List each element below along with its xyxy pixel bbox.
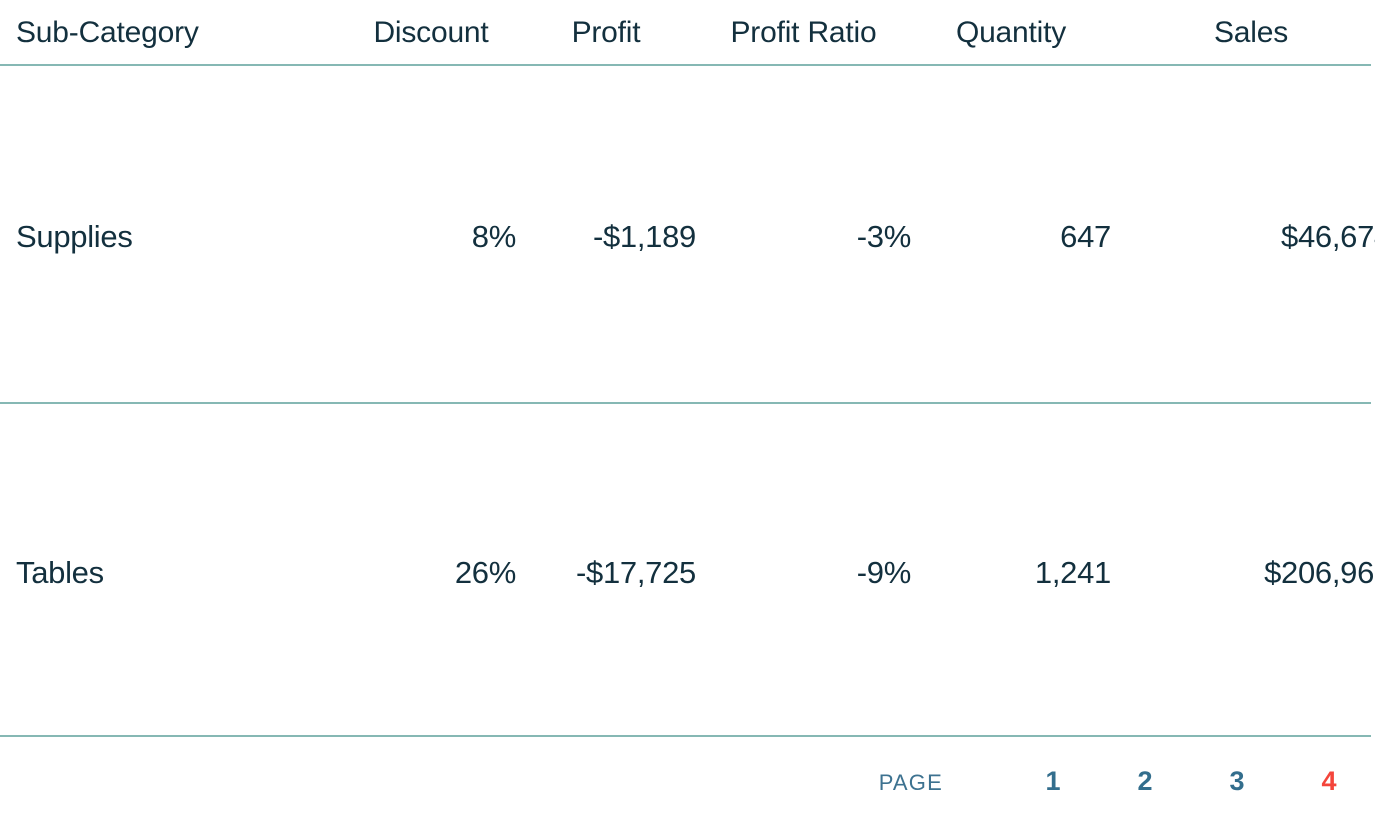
cell-discount: 8% [471,219,517,254]
table-row[interactable]: Supplies 8% -$1,189 -3% 647 $46,674 [0,207,1375,267]
column-header-profit[interactable]: Profit [516,16,696,50]
cell-quantity: 1,241 [1034,555,1111,590]
column-header-sub-category[interactable]: Sub-Category [16,16,346,50]
row-divider-first [0,402,1371,404]
cell-quantity: 647 [1060,219,1111,254]
cell-sales: $46,674 [1281,219,1375,254]
cell-sales: $206,966 [1264,555,1375,590]
header-divider [0,64,1371,66]
pagination-page-2[interactable]: 2 [1121,766,1169,797]
column-header-sales[interactable]: Sales [1111,16,1375,50]
cell-sub-category: Supplies [16,219,133,254]
pagination: PAGE 1 2 3 4 [879,766,1353,797]
row-divider-second [0,735,1371,737]
pagination-page-1[interactable]: 1 [1029,766,1077,797]
cell-profit: -$17,725 [576,555,696,590]
pagination-page-4[interactable]: 4 [1305,766,1353,797]
table-header-row: Sub-Category Discount Profit Profit Rati… [0,0,1375,65]
pagination-label: PAGE [878,770,943,795]
pagination-page-3[interactable]: 3 [1213,766,1261,797]
cell-profit: -$1,189 [592,219,696,254]
table-row[interactable]: Tables 26% -$17,725 -9% 1,241 $206,966 [0,543,1375,603]
cell-discount: 26% [454,555,516,590]
data-table: Sub-Category Discount Profit Profit Rati… [0,0,1375,821]
column-header-discount[interactable]: Discount [346,16,516,50]
cell-profit-ratio: -9% [856,555,912,590]
column-header-profit-ratio[interactable]: Profit Ratio [696,16,911,50]
cell-profit-ratio: -3% [856,219,912,254]
cell-sub-category: Tables [16,555,104,590]
column-header-quantity[interactable]: Quantity [911,16,1111,50]
